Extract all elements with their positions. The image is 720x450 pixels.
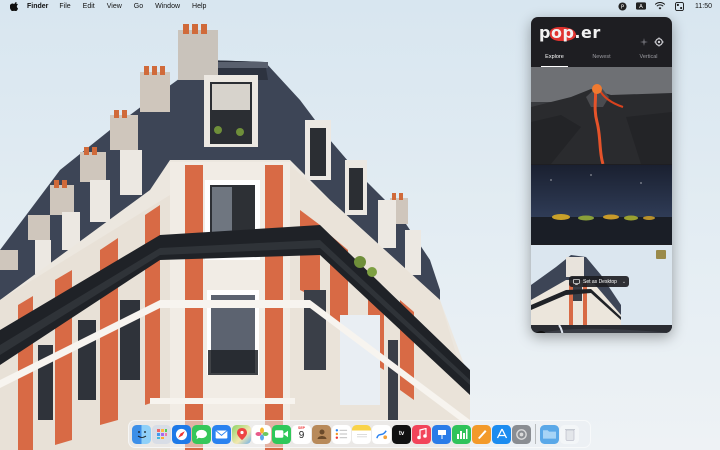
chevron-down-icon[interactable]: ⌄ — [622, 279, 626, 285]
poppler-popover: pop.er Explore Newest Vertical Set as De… — [531, 17, 672, 333]
dock-music-icon[interactable] — [412, 424, 431, 444]
dock-messages-icon[interactable] — [192, 424, 211, 444]
calendar-day: 9 — [298, 429, 305, 441]
wallpaper-thumbnail-boats[interactable] — [531, 165, 672, 244]
popover-tabs: Explore Newest Vertical — [531, 53, 672, 67]
wallpaper-thumbnail-building[interactable]: Set as Desktop ⌄ — [531, 245, 672, 325]
dock-facetime-icon[interactable] — [272, 424, 291, 444]
tab-newest[interactable]: Newest — [578, 53, 625, 67]
tab-vertical[interactable]: Vertical — [625, 53, 672, 67]
dock-system-settings-icon[interactable] — [512, 424, 531, 444]
menu-help[interactable]: Help — [192, 3, 206, 10]
menu-bar: Finder File Edit View Go Window Help P A… — [0, 0, 720, 12]
set-as-desktop-label: Set as Desktop — [583, 278, 617, 285]
dock-pages-icon[interactable] — [472, 424, 491, 444]
dock: SEP 9 tv — [128, 420, 591, 448]
menu-file[interactable]: File — [59, 3, 70, 10]
sparkle-icon[interactable] — [639, 37, 649, 47]
popover-header: pop.er Explore Newest Vertical — [531, 17, 672, 67]
dock-separator — [535, 424, 536, 444]
menu-window[interactable]: Window — [155, 3, 180, 10]
menu-view[interactable]: View — [107, 3, 122, 10]
monitor-icon — [573, 278, 580, 285]
apple-menu-icon[interactable] — [10, 1, 18, 11]
wifi-icon[interactable] — [655, 1, 665, 11]
wallpaper-thumbnail-volcano[interactable] — [531, 67, 672, 164]
menu-app-name[interactable]: Finder — [27, 3, 48, 10]
poppler-status-icon[interactable]: P — [617, 1, 627, 11]
dock-finder-icon[interactable] — [132, 424, 151, 444]
dock-calendar-icon[interactable]: SEP 9 — [292, 424, 311, 444]
wallpaper-thumbnail-partial[interactable] — [531, 325, 672, 333]
dock-maps-icon[interactable] — [232, 424, 251, 444]
gear-icon[interactable] — [654, 37, 664, 47]
dock-reminders-icon[interactable] — [332, 424, 351, 444]
dock-trash-icon[interactable] — [560, 424, 579, 444]
dock-freeform-icon[interactable] — [372, 424, 391, 444]
text-input-icon[interactable]: A — [636, 1, 646, 11]
dock-contacts-icon[interactable] — [312, 424, 331, 444]
dock-numbers-icon[interactable] — [452, 424, 471, 444]
menubar-clock[interactable]: 11:50 — [695, 3, 712, 10]
dock-safari-icon[interactable] — [172, 424, 191, 444]
set-as-desktop-button[interactable]: Set as Desktop ⌄ — [569, 276, 630, 287]
dock-mail-icon[interactable] — [212, 424, 231, 444]
control-center-icon[interactable] — [674, 1, 684, 11]
tab-explore[interactable]: Explore — [531, 53, 578, 67]
dock-downloads-icon[interactable] — [540, 424, 559, 444]
dock-app-store-icon[interactable] — [492, 424, 511, 444]
popover-logo: pop.er — [539, 23, 601, 42]
favorite-badge-icon[interactable] — [656, 250, 666, 259]
svg-text:A: A — [639, 4, 643, 10]
menu-go[interactable]: Go — [134, 3, 143, 10]
dock-notes-icon[interactable] — [352, 424, 371, 444]
dock-photos-icon[interactable] — [252, 424, 271, 444]
dock-keynote-icon[interactable] — [432, 424, 451, 444]
dock-tv-icon[interactable]: tv — [392, 424, 411, 444]
menu-edit[interactable]: Edit — [83, 3, 95, 10]
dock-launchpad-icon[interactable] — [152, 424, 171, 444]
